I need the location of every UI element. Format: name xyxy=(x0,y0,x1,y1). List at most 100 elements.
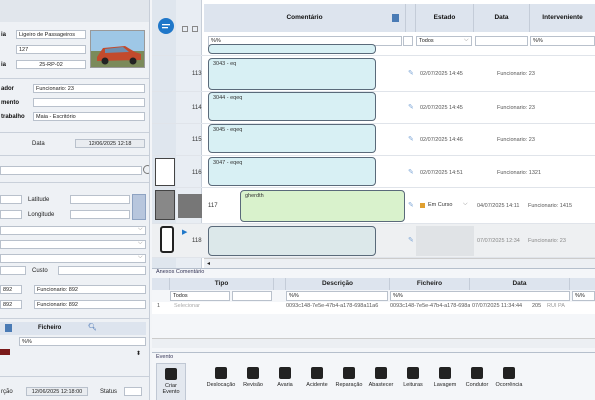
ficheiro-filter[interactable]: %% xyxy=(390,291,570,301)
workplace-field[interactable]: Maia - Escritório xyxy=(33,112,145,121)
mento-field[interactable] xyxy=(33,98,145,107)
lon-prefix-field[interactable] xyxy=(0,210,22,219)
attach-col-ficheiro[interactable]: Ficheiro xyxy=(390,278,470,290)
chevron-down-icon: ⌵ xyxy=(138,240,143,246)
clear-icon[interactable] xyxy=(143,165,149,174)
date-field[interactable]: 12/06/2025 12:18 xyxy=(75,139,145,148)
col-header-estado[interactable]: Estado xyxy=(416,4,474,32)
dropdown-2[interactable] xyxy=(0,240,146,249)
col-header-comentario[interactable]: Comentário xyxy=(204,4,406,32)
create-event-button[interactable]: Criar Evento xyxy=(156,363,186,400)
comment-box[interactable]: gherdth xyxy=(240,190,405,222)
custo-label: Custo xyxy=(32,268,48,274)
comment-box[interactable]: 3047 - eqeq xyxy=(208,157,376,186)
file-row-marker xyxy=(0,349,10,355)
status-value[interactable]: Em Curso xyxy=(428,202,452,208)
table-row[interactable]: 117 gherdth ✎ Em Curso ⌵ 04/07/2025 14:1… xyxy=(152,188,595,224)
longitude-label: Longitude xyxy=(28,212,55,218)
table-row[interactable]: 115 3045 - eqeq ✎ 02/07/2025 14:46 Funci… xyxy=(152,124,595,156)
car-broken-icon xyxy=(279,367,291,379)
avaria-button[interactable]: Avaria xyxy=(270,363,300,400)
col-header-interveniente[interactable]: Interveniente xyxy=(530,4,595,32)
lat-prefix-field[interactable] xyxy=(0,195,22,204)
row-number: 115 xyxy=(192,137,202,143)
data-label: Data xyxy=(32,141,45,147)
edit-filter[interactable] xyxy=(403,36,413,46)
attach-col-descricao[interactable]: Descrição xyxy=(286,278,390,290)
scroll-left-icon[interactable]: ◂ xyxy=(207,260,210,267)
pencil-icon[interactable]: ✎ xyxy=(408,69,414,77)
comment-box[interactable]: 3045 - eqeq xyxy=(208,124,376,153)
plate-field[interactable]: 25-RP-02 xyxy=(16,60,86,69)
custo-prefix-field[interactable] xyxy=(0,266,26,275)
col-header-data[interactable]: Data xyxy=(474,4,530,32)
pencil-icon[interactable]: ✎ xyxy=(408,168,414,176)
descricao-filter[interactable]: %% xyxy=(286,291,388,301)
map-button[interactable] xyxy=(132,194,146,220)
attach-extra: 205 xyxy=(532,303,542,309)
latitude-field[interactable] xyxy=(70,195,130,204)
emp-id-field-1[interactable]: 892 xyxy=(0,285,22,294)
attach-col-tipo[interactable]: Tipo xyxy=(170,278,274,290)
table-row[interactable]: ▶ 118 ✎ 07/07/2025 12:34 Funcionario: 23 xyxy=(152,224,595,258)
row-date: 04/07/2025 14:11 xyxy=(477,203,520,209)
attach-col-blank xyxy=(274,278,286,290)
custo-field[interactable] xyxy=(58,266,146,275)
horizontal-scrollbar[interactable]: ◂ xyxy=(204,258,595,268)
extra-filter[interactable]: %% xyxy=(572,291,595,301)
table-row[interactable]: 114 3044 - eqeq ✎ 02/07/2025 14:45 Funci… xyxy=(152,92,595,124)
pencil-icon[interactable]: ✎ xyxy=(408,201,414,209)
status-field[interactable] xyxy=(124,387,142,396)
attach-col-data[interactable]: Data xyxy=(470,278,570,290)
emp-id-field-2[interactable]: 892 xyxy=(0,300,22,309)
attachments-tabs[interactable]: Anexos Comentário xyxy=(156,269,204,275)
expand-icon[interactable] xyxy=(192,26,198,32)
lavagem-button[interactable]: Lavagem xyxy=(430,363,460,400)
emp-name-field-2[interactable]: Funcionario: 892 xyxy=(34,300,146,309)
attach-scrollbar[interactable] xyxy=(152,338,595,348)
driver-field[interactable]: Funcionario: 23 xyxy=(33,84,145,93)
ocorrencia-button[interactable]: Ocorrência xyxy=(494,363,524,400)
emp-name-field-1[interactable]: Funcionario: 892 xyxy=(34,285,146,294)
reparacao-button[interactable]: Reparação xyxy=(334,363,364,400)
tipo-select[interactable]: Selecionar xyxy=(174,303,200,314)
comment-box[interactable]: 3044 - eqeq xyxy=(208,92,376,121)
interveniente-filter[interactable]: %% xyxy=(530,36,595,46)
dropdown-3[interactable] xyxy=(0,254,146,263)
scroll-spin-icon[interactable]: ⬍ xyxy=(136,350,141,357)
collapse-icon[interactable] xyxy=(182,26,188,32)
data-filter[interactable] xyxy=(475,36,528,46)
chat-icon[interactable] xyxy=(158,18,174,34)
comments-grid: Comentário Estado Data Interveniente %% … xyxy=(152,0,595,268)
attach-row[interactable]: 1 Selecionar 0093c148-7e5e-47b4-a178-698… xyxy=(152,302,595,314)
revisao-button[interactable]: Revisão xyxy=(238,363,268,400)
comment-box[interactable]: 3043 - eq xyxy=(208,58,376,90)
table-row[interactable] xyxy=(152,44,595,56)
location-field[interactable] xyxy=(0,166,142,175)
leituras-button[interactable]: Leituras xyxy=(398,363,428,400)
attach-ficheiro[interactable]: 0093c148-7e5e-47b4-a178-698a11a6 xyxy=(390,303,470,314)
pencil-icon[interactable]: ✎ xyxy=(408,103,414,111)
file-filter-field[interactable]: %% xyxy=(19,337,146,346)
pencil-icon[interactable]: ✎ xyxy=(408,135,414,143)
attach-row-num: 1 xyxy=(157,303,161,309)
dropdown-1[interactable] xyxy=(0,226,146,235)
table-row[interactable]: 116 3047 - eqeq ✎ 02/07/2025 14:51 Funci… xyxy=(152,156,595,188)
trabalho-label: trabalho xyxy=(1,114,25,120)
row-date: 02/07/2025 14:46 xyxy=(420,137,463,143)
vehicle-type-field[interactable]: Ligeiro de Passageiros xyxy=(16,30,86,39)
deslocacao-button[interactable]: Deslocação xyxy=(206,363,236,400)
comment-box[interactable] xyxy=(208,226,376,256)
longitude-field[interactable] xyxy=(70,210,130,219)
tipo-filter[interactable]: Todos xyxy=(170,291,230,301)
search-icon[interactable]: 🔍︎ xyxy=(88,323,97,331)
bottom-date-field[interactable]: 12/06/2025 12:18:00 xyxy=(26,387,88,396)
mento-label: mento xyxy=(1,100,19,106)
table-row[interactable]: 113 3043 - eq ✎ 02/07/2025 14:45 Funcion… xyxy=(152,56,595,92)
tipo-filter-dropdowns[interactable] xyxy=(232,291,272,301)
acidente-button[interactable]: Acidente xyxy=(302,363,332,400)
vehicle-number-field[interactable]: 127 xyxy=(16,45,86,54)
condutor-button[interactable]: Condutor xyxy=(462,363,492,400)
pencil-icon[interactable]: ✎ xyxy=(408,236,414,244)
abastecer-button[interactable]: Abastecer xyxy=(366,363,396,400)
